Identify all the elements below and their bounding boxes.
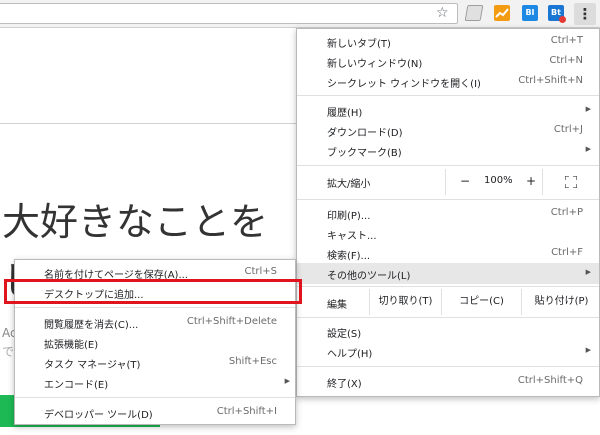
menu-item-label: エンコード(E) xyxy=(44,380,109,391)
submenu-arrow-icon: ▶ xyxy=(585,105,591,113)
menu-item-label: ダウンロード(D) xyxy=(327,128,403,139)
extension-chart-icon[interactable] xyxy=(494,5,510,21)
menu-item-label: 閲覧履歴を消去(C)... xyxy=(44,320,139,331)
menu-item-encoding[interactable]: エンコード(E) ▶ xyxy=(15,372,295,393)
menu-item-label: キャスト... xyxy=(327,231,377,242)
menu-separator xyxy=(15,397,295,398)
zoom-label: 拡大/縮小 xyxy=(327,179,371,190)
menu-item-label: その他のツール(L) xyxy=(327,271,411,282)
menu-item-label: 新しいウィンドウ(N) xyxy=(327,59,423,70)
zoom-out-button[interactable]: − xyxy=(460,174,470,188)
menu-item-incognito[interactable]: シークレット ウィンドウを開く(I) Ctrl+Shift+N xyxy=(297,71,599,92)
edit-label: 編集 xyxy=(327,300,347,311)
menu-separator xyxy=(15,307,295,308)
menu-item-label: デベロッパー ツール(D) xyxy=(44,410,153,421)
menu-item-shortcut: Shift+Esc xyxy=(228,356,277,367)
menu-item-label: 検索(F)... xyxy=(327,251,371,262)
menu-item-shortcut: Ctrl+S xyxy=(244,266,277,277)
submenu-arrow-icon: ▶ xyxy=(585,145,591,153)
menu-item-help[interactable]: ヘルプ(H) ▶ xyxy=(297,341,599,362)
extension-bt-label: Bt xyxy=(551,8,561,17)
menu-item-label: ブックマーク(B) xyxy=(327,148,402,159)
menu-item-history[interactable]: 履歴(H) ▶ xyxy=(297,100,599,121)
menu-item-find[interactable]: 検索(F)... Ctrl+F xyxy=(297,243,599,264)
menu-item-new-tab[interactable]: 新しいタブ(T) Ctrl+T xyxy=(297,31,599,52)
menu-item-shortcut: Ctrl+N xyxy=(549,55,583,66)
extension-bt-icon[interactable]: Bt xyxy=(548,5,566,23)
menu-item-developer-tools[interactable]: デベロッパー ツール(D) Ctrl+Shift+I xyxy=(15,402,295,423)
menu-item-extensions[interactable]: 拡張機能(E) xyxy=(15,332,295,353)
menu-item-shortcut: Ctrl+T xyxy=(550,35,583,46)
paste-button[interactable]: 貼り付け(P) xyxy=(521,289,600,315)
menu-item-shortcut: Ctrl+Shift+Q xyxy=(517,375,583,386)
cut-button[interactable]: 切り取り(T) xyxy=(369,289,441,315)
chrome-main-menu: 新しいタブ(T) Ctrl+T 新しいウィンドウ(N) Ctrl+N シークレッ… xyxy=(296,28,600,397)
menu-item-label: ヘルプ(H) xyxy=(327,349,373,360)
menu-separator xyxy=(297,165,599,166)
menu-item-bookmarks[interactable]: ブックマーク(B) ▶ xyxy=(297,140,599,161)
menu-item-cast[interactable]: キャスト... xyxy=(297,223,599,244)
menu-item-label: 新しいタブ(T) xyxy=(327,39,391,50)
submenu-arrow-icon: ▶ xyxy=(585,346,591,354)
menu-item-label: 設定(S) xyxy=(327,329,362,340)
menu-item-shortcut: Ctrl+Shift+I xyxy=(216,406,277,417)
menu-item-shortcut: Ctrl+J xyxy=(553,124,583,135)
extension-bi-icon[interactable]: BI xyxy=(522,5,538,21)
menu-item-print[interactable]: 印刷(P)... Ctrl+P xyxy=(297,203,599,224)
menu-separator xyxy=(297,366,599,367)
menu-item-label: 拡張機能(E) xyxy=(44,340,99,351)
chrome-menu-button[interactable]: ⋮ xyxy=(574,3,596,25)
badge-dot-icon xyxy=(559,16,566,23)
extension-notes-icon[interactable] xyxy=(464,5,484,21)
page-headline: 大好きなことを xyxy=(2,200,269,244)
browser-toolbar: ☆ BI Bt ⋮ xyxy=(0,0,600,28)
menu-item-shortcut: Ctrl+Shift+Delete xyxy=(186,316,277,327)
menu-item-clear-browsing-data[interactable]: 閲覧履歴を消去(C)... Ctrl+Shift+Delete xyxy=(15,312,295,333)
submenu-arrow-icon: ▶ xyxy=(284,377,290,385)
menu-item-more-tools[interactable]: その他のツール(L) ▶ xyxy=(297,263,599,284)
menu-item-label: 終了(X) xyxy=(327,379,362,390)
menu-item-downloads[interactable]: ダウンロード(D) Ctrl+J xyxy=(297,120,599,141)
copy-button[interactable]: コピー(C) xyxy=(441,289,521,315)
edit-row: 編集 切り取り(T) コピー(C) 貼り付け(P) xyxy=(297,289,599,315)
page-faint-text-2: で xyxy=(2,345,15,359)
menu-separator xyxy=(297,199,599,200)
fullscreen-icon[interactable] xyxy=(565,176,577,188)
menu-item-shortcut: Ctrl+P xyxy=(550,207,583,218)
address-bar[interactable] xyxy=(0,3,458,24)
menu-separator xyxy=(297,95,599,96)
menu-item-shortcut: Ctrl+F xyxy=(551,247,583,258)
menu-separator xyxy=(297,317,599,318)
menu-item-exit[interactable]: 終了(X) Ctrl+Shift+Q xyxy=(297,371,599,392)
menu-item-settings[interactable]: 設定(S) xyxy=(297,321,599,342)
menu-item-label: 履歴(H) xyxy=(327,108,363,119)
menu-item-label: タスク マネージャ(T) xyxy=(44,360,141,371)
menu-item-label: 印刷(P)... xyxy=(327,211,371,222)
menu-item-task-manager[interactable]: タスク マネージャ(T) Shift+Esc xyxy=(15,352,295,373)
menu-item-shortcut: Ctrl+Shift+N xyxy=(518,75,583,86)
submenu-arrow-icon: ▶ xyxy=(585,268,591,276)
zoom-row: 拡大/縮小 − 100% + xyxy=(297,169,599,195)
zoom-controls: − 100% + xyxy=(445,169,543,195)
menu-item-label: シークレット ウィンドウを開く(I) xyxy=(327,79,481,90)
zoom-in-button[interactable]: + xyxy=(526,174,536,188)
menu-item-new-window[interactable]: 新しいウィンドウ(N) Ctrl+N xyxy=(297,51,599,72)
annotation-highlight-box xyxy=(4,279,302,304)
menu-separator xyxy=(297,286,599,287)
zoom-level: 100% xyxy=(484,175,513,186)
bookmark-star-icon[interactable]: ☆ xyxy=(436,5,449,21)
